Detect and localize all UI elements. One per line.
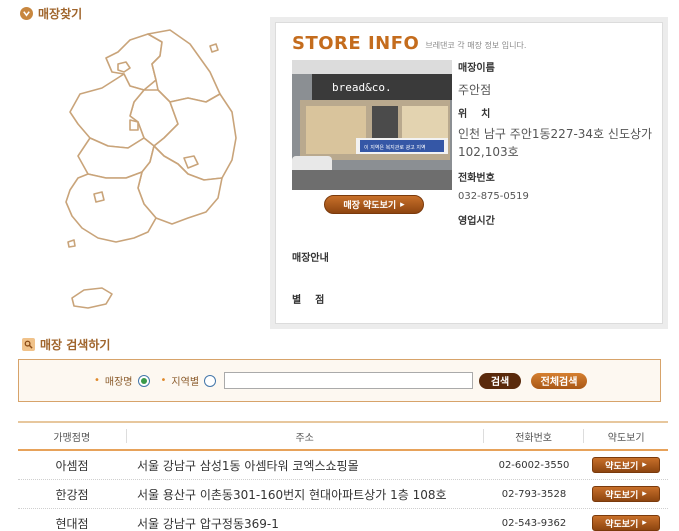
store-phone-label: 전화번호 [458,173,495,184]
column-header-phone: 전화번호 [515,432,553,444]
store-name-value: 주안점 [458,83,492,97]
map-island [209,43,219,53]
store-table: 가맹점명 주소 전화번호 약도보기 아셈점 서울 강남구 삼성1동 아셈타워 코… [18,421,668,531]
chevron-right-icon: ▸ [642,489,647,499]
store-address-cell: 서울 강남구 압구정동369-1 [137,516,279,531]
row-map-button[interactable]: 약도보기 ▸ [592,486,660,502]
chevron-down-icon [20,7,33,20]
row-map-button-label: 약도보기 [605,490,639,501]
bullet-icon: • [94,375,100,386]
store-phone-cell: 02-6002-3550 [498,459,570,471]
store-name-label: 매장이름 [458,63,495,74]
store-guide-label: 매장안내 [292,253,329,264]
store-phone-cell: 02-793-3528 [501,488,567,500]
table-row[interactable]: 현대점 서울 강남구 압구정동369-1 02-543-9362 약도보기 ▸ [18,509,668,531]
search-button[interactable]: 검색 [479,372,522,389]
store-search-title: 매장 검색하기 [22,336,110,353]
table-row[interactable]: 한강점 서울 용산구 이촌동301-160번지 현대아파트상가 1층 108호 … [18,480,668,509]
search-option-region-label: 지역별 [171,377,200,388]
store-phone-value: 032-875-0519 [458,191,529,202]
radio-store-name[interactable] [137,374,150,387]
store-sign-text: bread&co. [332,81,392,94]
search-input[interactable] [224,372,474,389]
store-info-card: STORE INFO 브레댄코 각 매장 정보 입니다. bread&co. 이… [275,22,663,324]
row-map-button-label: 약도보기 [605,461,639,472]
store-location-value: 인천 남구 주안1동227-34호 신도상가 102,103호 [458,127,653,159]
store-map-button[interactable]: 매장 약도보기 ▸ [324,195,424,214]
store-address-cell: 서울 용산구 이촌동301-160번지 현대아파트상가 1층 108호 [137,487,447,502]
store-name-cell[interactable]: 아셈점 [18,457,126,474]
store-photo: bread&co. 이 지역은 복지관로 광고 지역 [292,60,452,190]
store-info-header: STORE INFO 브레댄코 각 매장 정보 입니다. [292,33,526,54]
store-location-label: 위 치 [458,109,491,120]
store-hours-label: 영업시간 [458,216,495,227]
column-header-address: 주소 [295,432,314,444]
map-cell: 약도보기 ▸ [584,486,668,502]
map-region-gwangju [93,191,105,203]
store-search-label: 매장 검색하기 [40,338,111,352]
store-address-cell: 서울 강남구 삼성1동 아셈타워 코엑스쇼핑몰 [137,458,359,473]
row-map-button-label: 약도보기 [605,519,639,530]
search-option-store[interactable]: • 매장명 [94,373,150,388]
column-header-name: 가맹점명 [53,432,91,444]
search-panel: • 매장명 • 지역별 검색 전체검색 [18,359,661,402]
search-option-region[interactable]: • 지역별 [161,373,217,388]
map-cell: 약도보기 ▸ [584,515,668,531]
column-header-map: 약도보기 [607,432,645,444]
store-info-subheading: 브레댄코 각 매장 정보 입니다. [425,41,527,50]
search-all-button[interactable]: 전체검색 [531,372,588,389]
chevron-right-icon: ▸ [642,460,647,470]
map-region-daejeon [129,119,139,131]
map-cell: 약도보기 ▸ [584,457,668,473]
map-island [67,239,76,248]
chevron-right-icon: ▸ [642,518,647,528]
search-option-store-label: 매장명 [104,377,133,388]
store-finder-title: 매장찾기 [20,5,82,22]
store-finder-label: 매장찾기 [38,7,83,21]
map-region-jeju [71,287,113,309]
radio-region[interactable] [204,374,217,387]
store-banner-text: 이 지역은 복지관로 광고 지역 [364,144,426,151]
store-map-button-label: 매장 약도보기 [343,201,397,211]
magnifier-icon [22,338,35,351]
store-branch-label: 별 점 [292,295,325,306]
store-phone-cell: 02-543-9362 [501,517,567,529]
table-row[interactable]: 아셈점 서울 강남구 삼성1동 아셈타워 코엑스쇼핑몰 02-6002-3550… [18,451,668,480]
store-info-heading: STORE INFO [292,33,420,54]
chevron-right-icon: ▸ [400,199,405,210]
row-map-button[interactable]: 약도보기 ▸ [592,515,660,531]
store-name-cell[interactable]: 현대점 [18,515,126,531]
store-name-cell[interactable]: 한강점 [18,486,126,503]
row-map-button[interactable]: 약도보기 ▸ [592,457,660,473]
bullet-icon: • [160,375,167,386]
korea-region-map[interactable] [60,28,245,318]
store-info-panel: STORE INFO 브레댄코 각 매장 정보 입니다. bread&co. 이… [270,17,668,329]
table-header: 가맹점명 주소 전화번호 약도보기 [18,423,668,451]
